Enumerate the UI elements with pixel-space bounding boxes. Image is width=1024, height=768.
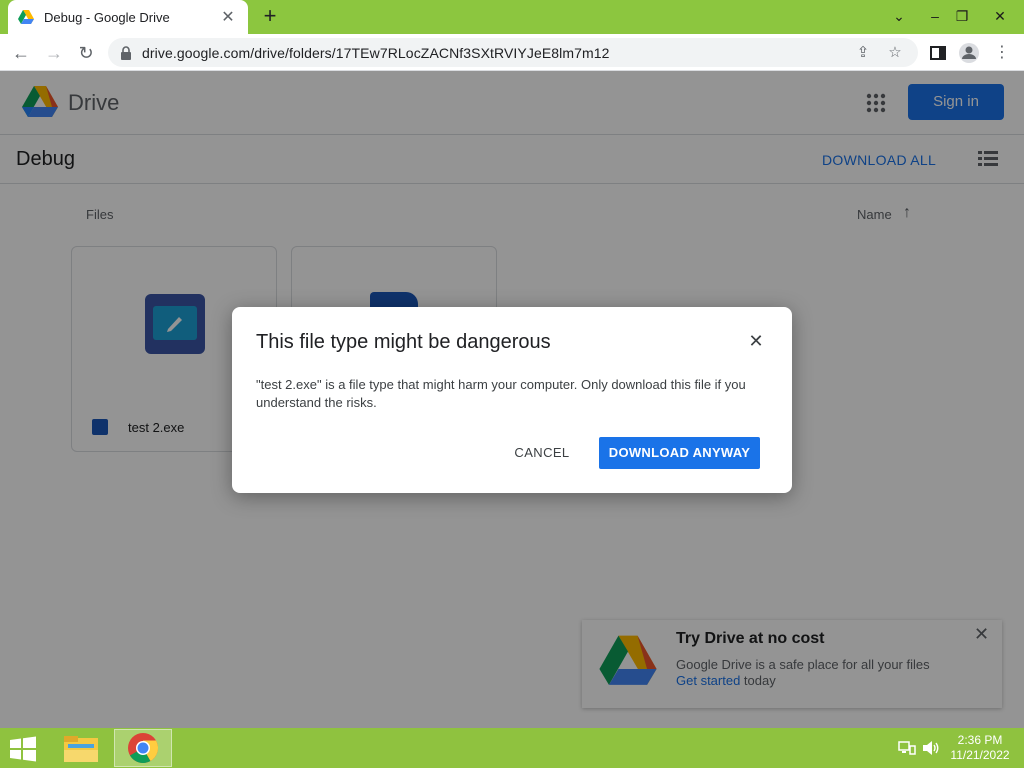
dangerous-file-dialog: This file type might be dangerous ✕ "tes… — [232, 307, 792, 493]
browser-menu-icon[interactable]: ⋮ — [989, 40, 1015, 66]
file-explorer-icon[interactable] — [60, 732, 102, 766]
side-panel-icon[interactable] — [925, 40, 951, 66]
tab-close-icon[interactable]: ✕ — [218, 7, 238, 27]
reload-button[interactable]: ↻ — [73, 40, 99, 66]
volume-icon[interactable] — [922, 740, 940, 756]
dialog-close-icon[interactable]: ✕ — [746, 331, 766, 351]
restore-button[interactable]: ❐ — [950, 4, 974, 28]
clock-time: 2:36 PM — [957, 733, 1003, 747]
back-button[interactable]: ← — [8, 40, 34, 66]
tab-search-icon[interactable]: ⌄ — [887, 4, 911, 28]
taskbar: 2:36 PM 11/21/2022 — [0, 728, 1024, 768]
forward-button[interactable]: → — [41, 40, 67, 66]
system-clock[interactable]: 2:36 PM 11/21/2022 — [940, 733, 1020, 763]
browser-tab[interactable]: Debug - Google Drive ✕ — [8, 0, 248, 34]
windows-start-icon[interactable] — [8, 736, 38, 762]
new-tab-button[interactable]: + — [258, 5, 282, 28]
chrome-taskbar-button[interactable] — [114, 729, 172, 767]
browser-toolbar: ← → ↻ drive.google.com/drive/folders/17T… — [0, 34, 1024, 71]
download-anyway-button[interactable]: DOWNLOAD ANYWAY — [599, 437, 760, 469]
profile-avatar-icon[interactable] — [956, 40, 982, 66]
dialog-message: "test 2.exe" is a file type that might h… — [256, 377, 746, 410]
lock-icon — [121, 45, 131, 60]
bookmark-star-icon[interactable]: ☆ — [884, 42, 906, 64]
url-text: drive.google.com/drive/folders/17TEw7RLo… — [142, 44, 610, 61]
address-bar[interactable]: drive.google.com/drive/folders/17TEw7RLo… — [108, 38, 918, 67]
tab-title: Debug - Google Drive — [44, 9, 170, 25]
cancel-button[interactable]: CANCEL — [502, 437, 582, 469]
share-icon[interactable]: ⇪ — [852, 42, 874, 64]
close-window-button[interactable]: ✕ — [988, 4, 1012, 28]
chrome-icon — [128, 733, 159, 764]
google-drive-favicon-icon — [18, 10, 34, 24]
network-icon[interactable] — [898, 740, 916, 756]
tab-strip: Debug - Google Drive ✕ + ⌄ – ❐ ✕ — [0, 0, 1024, 34]
dialog-title: This file type might be dangerous — [256, 331, 551, 353]
clock-date: 11/21/2022 — [950, 748, 1010, 762]
minimize-button[interactable]: – — [923, 4, 947, 28]
